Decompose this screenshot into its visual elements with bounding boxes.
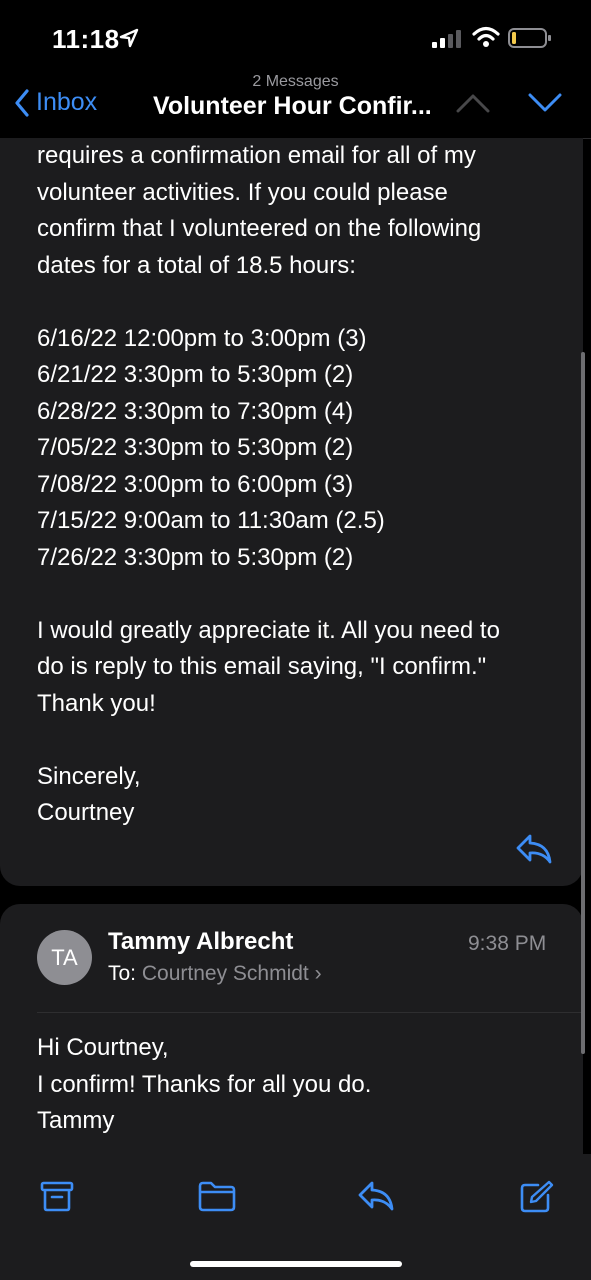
to-label: To: xyxy=(108,962,137,985)
recipient-line[interactable]: To: Courtney Schmidt › xyxy=(108,962,322,986)
body-line: Hi Courtney, xyxy=(37,1034,169,1061)
body-line: volunteer activities. If you could pleas… xyxy=(37,178,448,206)
chevron-down-icon[interactable] xyxy=(528,92,562,114)
date-entry: 6/16/22 12:00pm to 3:00pm (3) xyxy=(37,324,367,352)
avatar: TA xyxy=(37,930,92,985)
chevron-up-icon[interactable] xyxy=(456,92,490,114)
date-entry: 6/28/22 3:30pm to 7:30pm (4) xyxy=(37,397,354,425)
body-line: dates for a total of 18.5 hours: xyxy=(37,251,356,279)
body-line: do is reply to this email saying, "I con… xyxy=(37,653,487,680)
date-entry: 6/21/22 3:30pm to 5:30pm (2) xyxy=(37,361,354,388)
message-card-tammy: TA Tammy Albrecht 9:38 PM To: Courtney S… xyxy=(0,904,583,1164)
status-time: 11:18 xyxy=(52,24,120,54)
cellular-signal-icon xyxy=(432,30,461,48)
body-line: Thank you! xyxy=(37,689,156,717)
body-line: I would greatly appreciate it. All you n… xyxy=(37,616,500,644)
reply-icon[interactable] xyxy=(515,833,553,865)
sent-time: 9:38 PM xyxy=(468,932,547,955)
message-card-courtney: requires a confirmation email for all of… xyxy=(0,138,583,886)
reply-icon[interactable] xyxy=(357,1180,395,1212)
date-entry: 7/26/22 3:30pm to 5:30pm (2) xyxy=(37,543,354,571)
body-line: Tammy xyxy=(37,1107,115,1134)
back-label: Inbox xyxy=(36,88,98,116)
chevron-right-icon: › xyxy=(314,962,322,985)
date-entry: 7/08/22 3:00pm to 6:00pm (3) xyxy=(37,470,354,498)
archive-icon[interactable] xyxy=(40,1180,74,1212)
scrollbar[interactable] xyxy=(581,352,585,1054)
wifi-icon xyxy=(472,26,500,47)
recipient-name: Courtney Schmidt xyxy=(141,962,309,985)
header-divider xyxy=(37,1012,583,1013)
status-bar: 11:18 xyxy=(0,0,591,70)
thread-subject: Volunteer Hour Confir... xyxy=(153,92,432,120)
message-body: requires a confirmation email for all of… xyxy=(37,138,557,832)
signoff-line: Courtney xyxy=(37,799,135,826)
compose-icon[interactable] xyxy=(518,1180,554,1214)
back-to-inbox-button[interactable]: Inbox xyxy=(14,88,97,117)
chevron-left-icon xyxy=(15,88,29,117)
body-line: confirm that I volunteered on the follow… xyxy=(37,215,482,242)
home-indicator[interactable] xyxy=(190,1261,402,1267)
battery-low-icon xyxy=(508,28,551,48)
message-body: Hi Courtney, I confirm! Thanks for all y… xyxy=(37,1030,371,1140)
folder-icon[interactable] xyxy=(197,1180,237,1212)
date-entry: 7/15/22 9:00am to 11:30am (2.5) xyxy=(37,507,385,534)
navigation-bar: 2 Messages Inbox Volunteer Hour Confir..… xyxy=(0,70,591,139)
body-line: requires a confirmation email for all of… xyxy=(37,142,476,169)
signoff-line: Sincerely, xyxy=(37,762,141,790)
body-line: I confirm! Thanks for all you do. xyxy=(37,1070,372,1098)
sender-name: Tammy Albrecht xyxy=(108,928,294,955)
location-arrow-icon xyxy=(119,28,139,48)
date-entry: 7/05/22 3:30pm to 5:30pm (2) xyxy=(37,434,354,461)
